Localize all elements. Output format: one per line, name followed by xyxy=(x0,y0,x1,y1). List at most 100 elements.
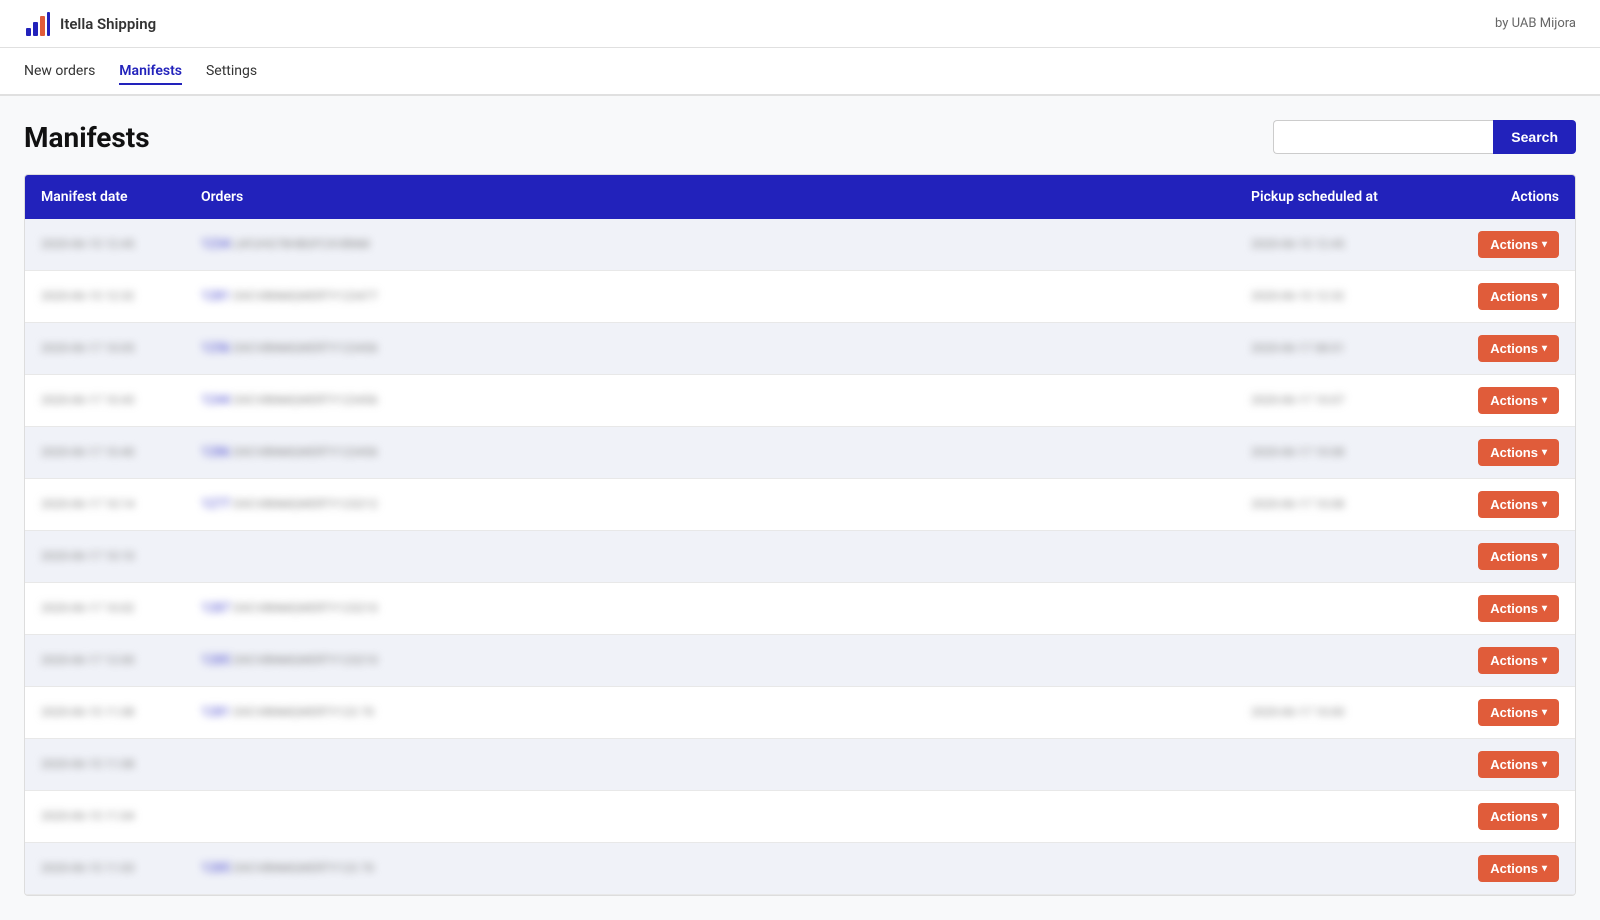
brand-icon xyxy=(24,10,52,38)
cell-actions: Actions ▾ xyxy=(1435,843,1575,895)
actions-button[interactable]: Actions ▾ xyxy=(1478,543,1559,570)
cell-date: 2020-06-17 10:40 xyxy=(25,427,185,479)
cell-actions: Actions ▾ xyxy=(1435,323,1575,375)
actions-button[interactable]: Actions ▾ xyxy=(1478,439,1559,466)
search-input[interactable] xyxy=(1273,120,1493,154)
cell-date: 2020-06-17 10:14 xyxy=(25,479,185,531)
navbar: New orders Manifests Settings xyxy=(0,48,1600,96)
nav-manifests[interactable]: Manifests xyxy=(119,59,182,85)
table-row: 2020-06-15 12:321281 DXCVBNMQWERTY123477… xyxy=(25,271,1575,323)
cell-orders xyxy=(185,739,1235,791)
cell-pickup xyxy=(1235,583,1435,635)
table-header-row: Manifest date Orders Pickup scheduled at… xyxy=(25,175,1575,219)
col-header-date: Manifest date xyxy=(25,175,185,219)
brand: Itella Shipping xyxy=(24,10,156,38)
cell-pickup: 2020-06-17 10:00 xyxy=(1235,687,1435,739)
table-row: 2020-06-17 10:10 Actions ▾ xyxy=(25,531,1575,583)
cell-pickup: 2020-06-17 10:08 xyxy=(1235,427,1435,479)
table-row: 2020-06-15 11:031285 DXCVBNMQWERTY123 70… xyxy=(25,843,1575,895)
cell-actions: Actions ▾ xyxy=(1435,271,1575,323)
cell-date: 2020-06-15 12:32 xyxy=(25,271,185,323)
actions-button[interactable]: Actions ▾ xyxy=(1478,751,1559,778)
cell-pickup xyxy=(1235,791,1435,843)
cell-orders: 1281 DXCVBNMQWERTY123 70 xyxy=(185,687,1235,739)
table-row: 2020-06-15 11:081281 DXCVBNMQWERTY123 70… xyxy=(25,687,1575,739)
cell-orders: 1234 LKFJHG78HBGFCXVBNM xyxy=(185,219,1235,271)
table-row: 2020-06-15 11:08 Actions ▾ xyxy=(25,739,1575,791)
actions-button[interactable]: Actions ▾ xyxy=(1478,647,1559,674)
cell-pickup: 2020-06-15 12:32 xyxy=(1235,271,1435,323)
search-button[interactable]: Search xyxy=(1493,120,1576,154)
cell-orders: 1286 DXCVBNMQWERTY123456 xyxy=(185,427,1235,479)
cell-pickup: 2020-06-15 12:45 xyxy=(1235,219,1435,271)
cell-actions: Actions ▾ xyxy=(1435,219,1575,271)
cell-actions: Actions ▾ xyxy=(1435,375,1575,427)
cell-date: 2020-06-15 11:03 xyxy=(25,843,185,895)
table-row: 2020-06-17 10:431244 DXCVBNMQWERTY123456… xyxy=(25,375,1575,427)
table-row: 2020-06-15 11:04 Actions ▾ xyxy=(25,791,1575,843)
cell-actions: Actions ▾ xyxy=(1435,531,1575,583)
actions-button[interactable]: Actions ▾ xyxy=(1478,803,1559,830)
cell-pickup xyxy=(1235,531,1435,583)
col-header-actions: Actions xyxy=(1435,175,1575,219)
table-row: 2020-06-17 12:001285 DXCVBNMQWERTY123210… xyxy=(25,635,1575,687)
cell-actions: Actions ▾ xyxy=(1435,791,1575,843)
cell-actions: Actions ▾ xyxy=(1435,583,1575,635)
col-header-orders: Orders xyxy=(185,175,1235,219)
cell-orders: 1281 DXCVBNMQWERTY123477 xyxy=(185,271,1235,323)
page-title: Manifests xyxy=(24,121,150,154)
table-row: 2020-06-17 10:141277 DXCVBNMQWERTY123212… xyxy=(25,479,1575,531)
topbar: Itella Shipping by UAB Mijora xyxy=(0,0,1600,48)
cell-date: 2020-06-15 11:08 xyxy=(25,739,185,791)
actions-button[interactable]: Actions ▾ xyxy=(1478,491,1559,518)
brand-name: Itella Shipping xyxy=(60,15,156,33)
actions-button[interactable]: Actions ▾ xyxy=(1478,699,1559,726)
cell-orders: 1244 DXCVBNMQWERTY123456 xyxy=(185,375,1235,427)
nav-settings[interactable]: Settings xyxy=(206,59,257,85)
cell-date: 2020-06-17 10:05 xyxy=(25,323,185,375)
manifests-table-container: Manifest date Orders Pickup scheduled at… xyxy=(24,174,1576,896)
cell-actions: Actions ▾ xyxy=(1435,427,1575,479)
actions-button[interactable]: Actions ▾ xyxy=(1478,855,1559,882)
table-row: 2020-06-17 10:401286 DXCVBNMQWERTY123456… xyxy=(25,427,1575,479)
cell-pickup: 2020-06-17 10:07 xyxy=(1235,375,1435,427)
cell-orders: 1285 DXCVBNMQWERTY123 70 xyxy=(185,843,1235,895)
cell-date: 2020-06-17 10:10 xyxy=(25,531,185,583)
cell-date: 2020-06-15 11:04 xyxy=(25,791,185,843)
cell-orders: 1287 DXCVBNMQWERTY123210 xyxy=(185,583,1235,635)
nav-new-orders[interactable]: New orders xyxy=(24,59,95,85)
table-row: 2020-06-15 12:451234 LKFJHG78HBGFCXVBNM2… xyxy=(25,219,1575,271)
cell-date: 2020-06-15 11:08 xyxy=(25,687,185,739)
cell-orders xyxy=(185,791,1235,843)
cell-pickup: 2020-06-17 08:01 xyxy=(1235,323,1435,375)
cell-pickup xyxy=(1235,635,1435,687)
main-content: Manifests Search Manifest date Orders Pi… xyxy=(0,96,1600,920)
cell-actions: Actions ▾ xyxy=(1435,479,1575,531)
topbar-credit: by UAB Mijora xyxy=(1495,16,1576,31)
actions-button[interactable]: Actions ▾ xyxy=(1478,231,1559,258)
cell-actions: Actions ▾ xyxy=(1435,739,1575,791)
cell-orders: 1277 DXCVBNMQWERTY123212 xyxy=(185,479,1235,531)
cell-date: 2020-06-17 12:00 xyxy=(25,635,185,687)
col-header-pickup: Pickup scheduled at xyxy=(1235,175,1435,219)
actions-button[interactable]: Actions ▾ xyxy=(1478,335,1559,362)
cell-actions: Actions ▾ xyxy=(1435,687,1575,739)
cell-pickup xyxy=(1235,739,1435,791)
cell-date: 2020-06-17 10:02 xyxy=(25,583,185,635)
actions-button[interactable]: Actions ▾ xyxy=(1478,387,1559,414)
cell-orders xyxy=(185,531,1235,583)
cell-date: 2020-06-17 10:43 xyxy=(25,375,185,427)
cell-pickup: 2020-06-17 10:08 xyxy=(1235,479,1435,531)
actions-button[interactable]: Actions ▾ xyxy=(1478,283,1559,310)
search-area: Search xyxy=(1273,120,1576,154)
cell-actions: Actions ▾ xyxy=(1435,635,1575,687)
cell-date: 2020-06-15 12:45 xyxy=(25,219,185,271)
table-row: 2020-06-17 10:021287 DXCVBNMQWERTY123210… xyxy=(25,583,1575,635)
page-header: Manifests Search xyxy=(24,120,1576,154)
manifests-table: Manifest date Orders Pickup scheduled at… xyxy=(25,175,1575,895)
actions-button[interactable]: Actions ▾ xyxy=(1478,595,1559,622)
cell-orders: 1285 DXCVBNMQWERTY123210 xyxy=(185,635,1235,687)
cell-orders: 1256 DXCVBNMQWERTY123456 xyxy=(185,323,1235,375)
cell-pickup xyxy=(1235,843,1435,895)
table-row: 2020-06-17 10:051256 DXCVBNMQWERTY123456… xyxy=(25,323,1575,375)
